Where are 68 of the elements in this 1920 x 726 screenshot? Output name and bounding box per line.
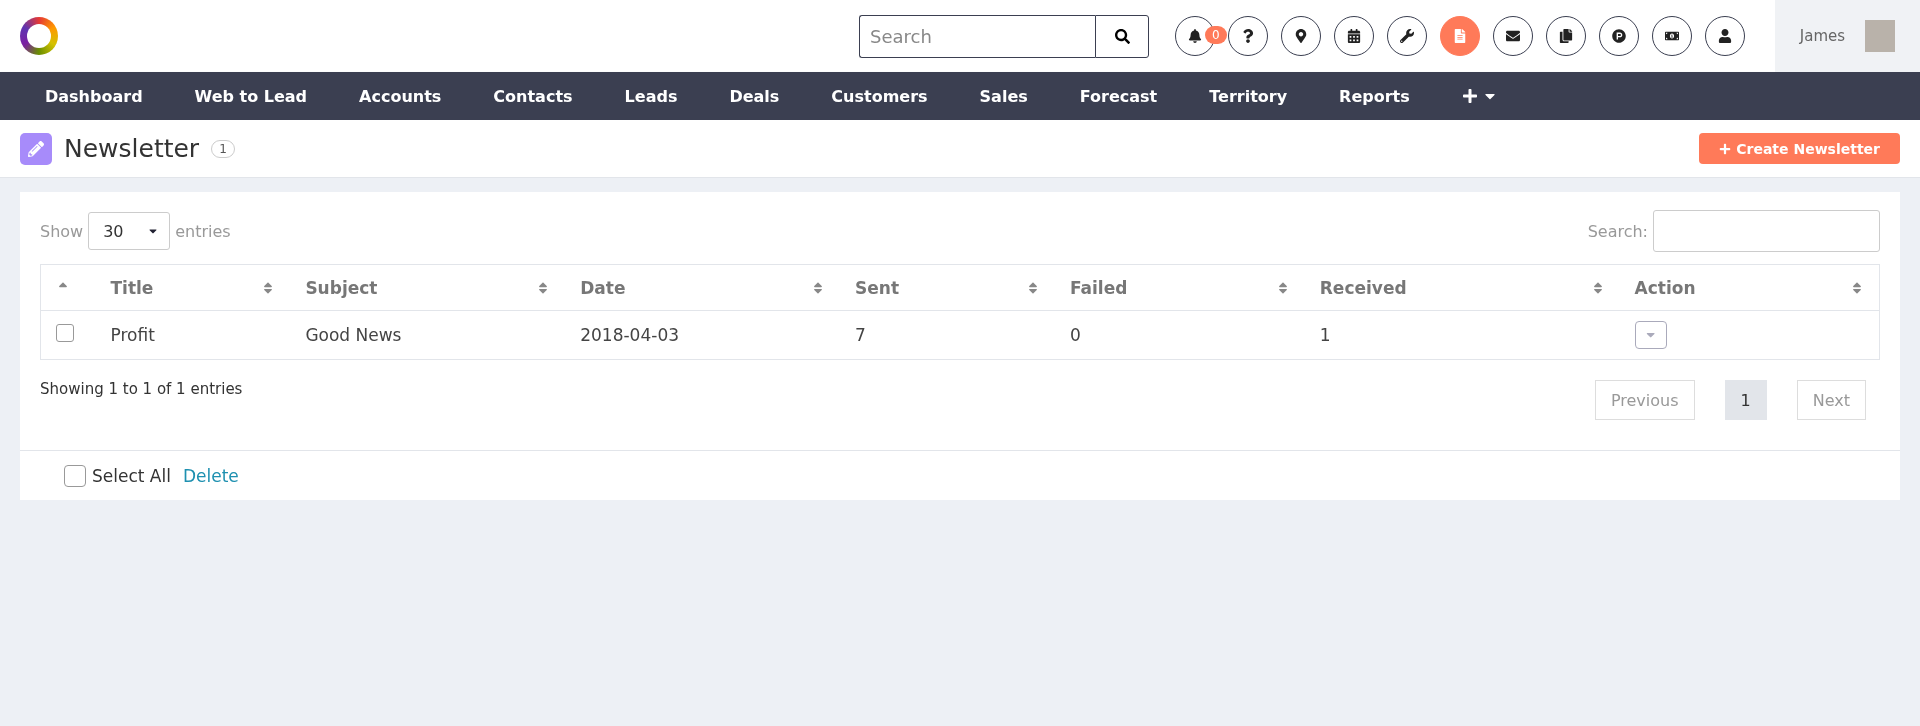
envelope-button[interactable] (1493, 16, 1533, 56)
document-icon (1453, 29, 1467, 43)
nav-item[interactable]: Reports (1319, 86, 1430, 106)
nav-item[interactable]: Forecast (1059, 86, 1178, 106)
envelope-icon (1506, 29, 1520, 43)
nav-item[interactable]: Sales (959, 86, 1048, 106)
wrench-button[interactable] (1387, 16, 1427, 56)
p-circle-button[interactable] (1599, 16, 1639, 56)
map-pin-button[interactable] (1281, 16, 1321, 56)
copy-icon (1559, 29, 1573, 43)
table-cell: 7 (855, 325, 866, 345)
row-checkbox[interactable] (56, 324, 74, 342)
search-icon (1114, 28, 1130, 44)
nav-item[interactable]: Dashboard (25, 86, 163, 106)
pencil-icon (20, 132, 52, 165)
nav-item[interactable]: Accounts (339, 86, 462, 106)
table-cell: Good News (305, 325, 402, 345)
money-button[interactable] (1652, 16, 1692, 56)
column-header[interactable]: Action (1634, 277, 1696, 298)
action-dropdown-button[interactable] (1634, 321, 1667, 349)
map-pin-icon (1294, 29, 1308, 43)
nav-item[interactable]: Customers (811, 86, 948, 106)
page-title: Newsletter (64, 134, 200, 163)
table-cell: 1 (1319, 325, 1331, 345)
delete-link[interactable]: Delete (182, 465, 239, 486)
table-search-field[interactable] (1653, 210, 1880, 252)
column-header[interactable]: Subject (305, 277, 378, 298)
search-field[interactable]: Search (859, 14, 1095, 58)
select-all-checkbox[interactable] (64, 464, 86, 487)
bell-icon (1188, 29, 1202, 43)
page-size-select[interactable]: 30 (88, 212, 171, 250)
nav-item[interactable]: Web to Lead (174, 86, 328, 106)
search-label: Search: (1587, 221, 1648, 241)
nav-item[interactable]: Contacts (473, 86, 593, 106)
plus-icon (1719, 142, 1732, 155)
select-all-label: Select All (92, 465, 171, 486)
column-header[interactable]: Received (1319, 277, 1407, 298)
nav-item[interactable]: Deals (709, 86, 800, 106)
user-button[interactable] (1705, 16, 1745, 56)
column-header[interactable]: Sent (855, 277, 900, 298)
column-header[interactable]: Date (580, 277, 626, 298)
table-cell: 2018-04-03 (580, 325, 679, 345)
calendar-icon (1347, 29, 1361, 43)
column-header[interactable]: Failed (1069, 277, 1128, 298)
search-button[interactable] (1095, 14, 1149, 58)
table-cell: Profit (110, 325, 155, 345)
avatar-placeholder[interactable] (1865, 20, 1896, 52)
nav-item[interactable]: Territory (1189, 86, 1308, 106)
user-name[interactable]: James (1799, 27, 1846, 45)
entries-label: entries (175, 221, 231, 241)
logo-icon (20, 17, 58, 55)
pagination-button[interactable]: 1 (1724, 380, 1767, 420)
show-label: Show (40, 221, 84, 241)
question-icon (1241, 29, 1255, 43)
calendar-button[interactable] (1334, 16, 1374, 56)
nav-item[interactable]: Leads (604, 86, 698, 106)
plus-icon (1461, 88, 1478, 104)
question-button[interactable] (1228, 16, 1268, 56)
money-icon (1665, 29, 1679, 43)
column-header[interactable]: Title (110, 277, 154, 298)
user-icon (1718, 29, 1732, 43)
notification-badge: 0 (1205, 26, 1227, 44)
wrench-icon (1400, 29, 1414, 43)
table-cell: 0 (1069, 325, 1081, 345)
sort-icon[interactable] (1850, 280, 1864, 295)
copy-button[interactable] (1546, 16, 1586, 56)
document-button[interactable] (1440, 16, 1480, 56)
entries-info: Showing 1 to 1 of 1 entries (40, 380, 243, 398)
